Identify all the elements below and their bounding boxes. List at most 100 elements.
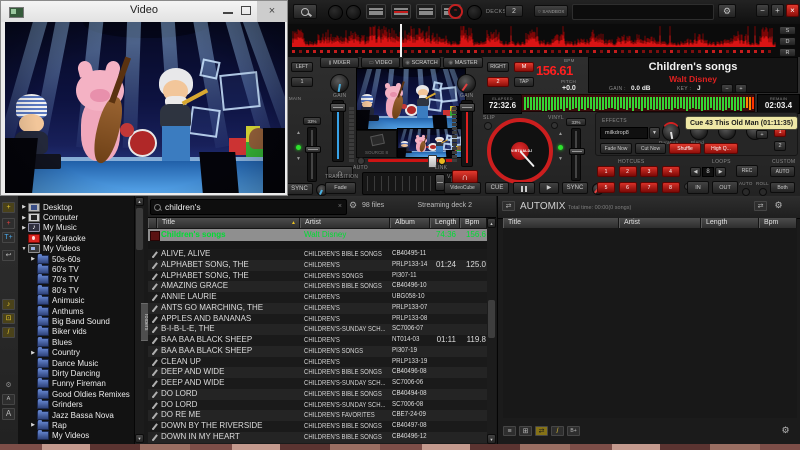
fade-now-button[interactable]: Fade Now [600, 143, 632, 154]
deck1-pitch-handle[interactable] [305, 146, 321, 153]
track-row[interactable]: DEEP AND WIDECHILDREN'S-SUNDAY SCH...SC7… [148, 378, 487, 389]
track-row[interactable]: BAA BAA BLACK SHEEPCHILDREN'SNT014-0301:… [148, 335, 487, 346]
track-row[interactable]: B-I-B-L-E, THECHILDREN'S-SUNDAY SCH...SC… [148, 324, 487, 335]
settings-button[interactable]: ⚙ [718, 4, 736, 18]
tree-item-70-s-tv[interactable]: 70's TV [18, 275, 134, 285]
automix-col-bpm[interactable]: Bpm [759, 218, 797, 228]
expand-icon[interactable]: ▶ [29, 256, 37, 262]
back-icon[interactable]: ↩ [2, 250, 15, 261]
deck2-cue-button[interactable]: CUE [485, 182, 509, 194]
deck2-volume-fader[interactable] [461, 100, 473, 167]
track-row[interactable]: ALPHABET SONG, THECHILDREN'S SONGSPI307-… [148, 271, 487, 282]
layout-button-1[interactable] [366, 4, 386, 19]
transition-button[interactable]: Fade [325, 182, 356, 194]
expand-icon[interactable]: ▶ [20, 204, 28, 210]
tree-item-desktop[interactable]: ▶Desktop [18, 202, 134, 212]
automix-shuffle-mode-icon[interactable]: ⇄ [535, 426, 548, 436]
search-input-value[interactable]: children's [165, 202, 201, 212]
video-minimize-icon[interactable] [223, 12, 233, 14]
effects-add-button[interactable]: + [756, 130, 768, 139]
tree-item-my-videos[interactable]: ▼My Videos [18, 244, 134, 254]
tree-item-my-karaoke[interactable]: My Karaoke [18, 233, 134, 243]
tab-mixer[interactable]: ▮ MIXER [320, 57, 359, 68]
window-close-button[interactable]: × [786, 4, 799, 17]
track-row[interactable]: ALPHABET SONG, THECHILDREN'SPRLP133-1401… [148, 260, 487, 271]
track-row[interactable]: APPLES AND BANANASCHILDREN'SPRLP133-08 [148, 314, 487, 325]
tree-item-60-s-tv[interactable]: 60's TV [18, 264, 134, 274]
shuffle-button[interactable]: Shuffle [669, 143, 701, 154]
expand-icon[interactable]: ▶ [20, 225, 28, 231]
col-icon[interactable] [148, 218, 157, 228]
file-filter-icon[interactable]: ▼ [487, 434, 496, 444]
deck2-pitch-fader[interactable] [571, 128, 581, 181]
deck2-side-button[interactable]: RIGHT [487, 62, 509, 72]
deck1-side-button[interactable]: LEFT [291, 62, 313, 72]
tree-scroll-up-icon[interactable]: ▲ [135, 197, 144, 206]
topbar-display-field[interactable] [572, 4, 714, 20]
tree-item-animusic[interactable]: Animusic [18, 296, 134, 306]
tab-scratch[interactable]: ◉ SCRATCH [402, 57, 441, 68]
automix-add-icon[interactable]: B+ [567, 426, 580, 436]
hotcue-button-7[interactable]: 7 [640, 182, 658, 193]
collapse-icon[interactable]: ▼ [20, 246, 28, 252]
effects-slot-2[interactable]: 2 [774, 141, 786, 151]
deck2-volume-handle[interactable] [459, 103, 475, 112]
loop-rec-button[interactable]: REC [736, 165, 758, 177]
automix-clear-icon[interactable]: ⊞ [519, 426, 532, 436]
cut-now-button[interactable]: Cut Now [635, 143, 666, 154]
track-row[interactable]: ANTS GO MARCHING, THECHILDREN'SPRLP133-0… [148, 303, 487, 314]
video-maximize-icon[interactable] [241, 6, 251, 15]
track-row[interactable]: DO LORDCHILDREN'S BIBLE SONGSCB40494-08 [148, 389, 487, 400]
hotcue-button-2[interactable]: 2 [619, 166, 637, 177]
tree-item-grinders[interactable]: Grinders [18, 399, 134, 409]
deck1-volume-fader[interactable] [332, 100, 344, 162]
deck2-gain-knob[interactable] [457, 74, 476, 93]
video-content[interactable] [5, 22, 285, 193]
filter-folder-icon[interactable]: T+ [2, 232, 15, 243]
automix-col-length[interactable]: Length [701, 218, 759, 228]
video-close-button[interactable]: × [257, 1, 287, 22]
hotcue-button-6[interactable]: 6 [619, 182, 637, 193]
wave-r-button[interactable]: R [779, 48, 796, 57]
tree-item-blues[interactable]: Blues [18, 337, 134, 347]
search-field[interactable]: children's × [150, 199, 347, 215]
deck1-sync-button[interactable]: SYNC [286, 183, 313, 195]
search-settings-icon[interactable]: ⚙ [349, 200, 357, 211]
deck2-pitch-down-icon[interactable]: ▼ [558, 157, 563, 162]
deck2-play-button[interactable]: ▶ [539, 182, 559, 194]
track-row[interactable]: DOWN BY THE RIVERSIDECHILDREN'S BIBLE SO… [148, 421, 487, 432]
font-large-button[interactable]: A [2, 408, 15, 420]
track-row[interactable]: ALIVE, ALIVECHILDREN'S BIBLE SONGSCB4049… [148, 249, 487, 260]
loop-auto-led[interactable] [742, 188, 750, 196]
effects-dropdown-arrow[interactable]: ▼ [649, 127, 660, 139]
video-auto-led[interactable] [357, 157, 365, 165]
sandbox-button[interactable]: ○ SANDBOX [534, 5, 568, 17]
tree-item-rap[interactable]: ▶Rap [18, 420, 134, 430]
col-album[interactable]: Album [390, 218, 430, 228]
layout-button-2[interactable] [391, 4, 411, 19]
video-window[interactable]: Video × [0, 0, 288, 196]
tree-item-big-band-sound[interactable]: Big Band Sound [18, 316, 134, 326]
tree-item-80-s-tv[interactable]: 80's TV [18, 285, 134, 295]
effects-dropdown[interactable]: milkdrop8 [600, 127, 648, 139]
expand-icon[interactable]: ▶ [20, 215, 28, 221]
tree-item-anthums[interactable]: Anthums [18, 306, 134, 316]
track-row[interactable]: DOWN IN MY HEARTCHILDREN'S BIBLE SONGSCB… [148, 432, 487, 443]
deck2-slip-led[interactable] [484, 122, 492, 130]
automix-playlist-icon[interactable]: ≡ [503, 426, 516, 436]
tree-item-my-videos[interactable]: My Videos [18, 431, 134, 441]
tree-item-biker-vids[interactable]: Biker vids [18, 327, 134, 337]
hotcue-button-4[interactable]: 4 [662, 166, 680, 177]
karaoke-filter-icon[interactable]: / [2, 327, 15, 338]
custom-auto-button[interactable]: AUTO [770, 166, 795, 177]
loop-roll-led[interactable] [759, 188, 767, 196]
automix-toggle-icon[interactable]: ⇄ [502, 201, 515, 211]
record-icon[interactable]: ≈ [448, 4, 463, 19]
window-minimize-button[interactable]: − [756, 4, 769, 17]
deck2-number-button[interactable]: 2 [487, 77, 509, 87]
automix-gear-icon[interactable]: ⚙ [779, 426, 792, 436]
file-scrollbar[interactable]: ▲ ▼ [487, 218, 496, 444]
automix-edit-icon[interactable]: / [551, 426, 564, 436]
wave-s-button[interactable]: S [779, 26, 796, 35]
high-q-button[interactable]: High Q... [704, 143, 738, 154]
